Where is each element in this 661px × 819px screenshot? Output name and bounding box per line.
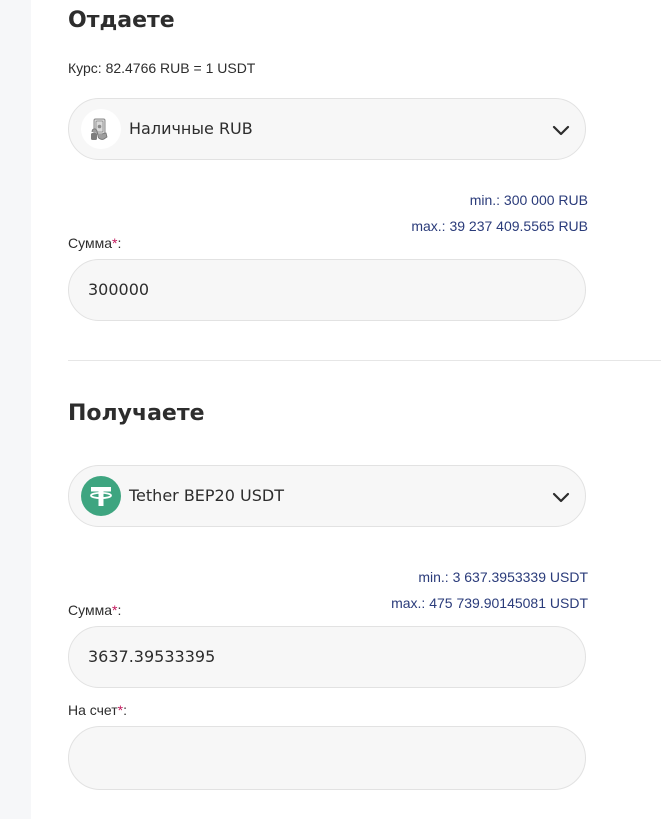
- section-divider: [68, 360, 661, 361]
- receive-amount-label-text: Сумма: [68, 602, 112, 618]
- receive-currency-select[interactable]: Tether BEP20 USDT: [68, 465, 586, 527]
- give-amount-label: Сумма*:: [68, 235, 122, 251]
- required-mark: *: [112, 235, 118, 251]
- give-amount-field[interactable]: [68, 259, 586, 321]
- receive-max-limit: max.: 475 739.90145081 USDT: [391, 595, 588, 611]
- account-label-text: На счет: [68, 702, 118, 718]
- page-left-margin: [0, 0, 31, 819]
- receive-min-limit: min.: 3 637.3953339 USDT: [418, 569, 588, 585]
- give-currency-select[interactable]: Наличные RUB: [68, 98, 586, 160]
- receive-amount-label: Сумма*:: [68, 602, 122, 618]
- receive-amount-input[interactable]: [88, 627, 548, 687]
- receive-currency-label: Tether BEP20 USDT: [129, 486, 284, 505]
- give-currency-label: Наличные RUB: [129, 119, 253, 138]
- account-field[interactable]: [68, 726, 586, 790]
- give-amount-input[interactable]: [88, 260, 548, 320]
- give-max-limit: max.: 39 237 409.5565 RUB: [411, 218, 588, 234]
- chevron-down-icon[interactable]: [551, 120, 571, 140]
- chevron-down-icon[interactable]: [551, 487, 571, 507]
- give-amount-label-text: Сумма: [68, 235, 112, 251]
- receive-amount-field[interactable]: [68, 626, 586, 688]
- required-mark: *: [112, 602, 118, 618]
- tether-icon: [81, 476, 121, 516]
- account-label: На счет*:: [68, 702, 127, 718]
- account-input[interactable]: [88, 727, 548, 789]
- cash-hand-icon: [81, 109, 121, 149]
- receive-section-title: Получаете: [68, 401, 205, 426]
- exchange-rate: Курс: 82.4766 RUB = 1 USDT: [68, 60, 256, 76]
- give-section-title: Отдаете: [68, 8, 175, 33]
- required-mark: *: [117, 702, 124, 718]
- give-min-limit: min.: 300 000 RUB: [469, 192, 588, 208]
